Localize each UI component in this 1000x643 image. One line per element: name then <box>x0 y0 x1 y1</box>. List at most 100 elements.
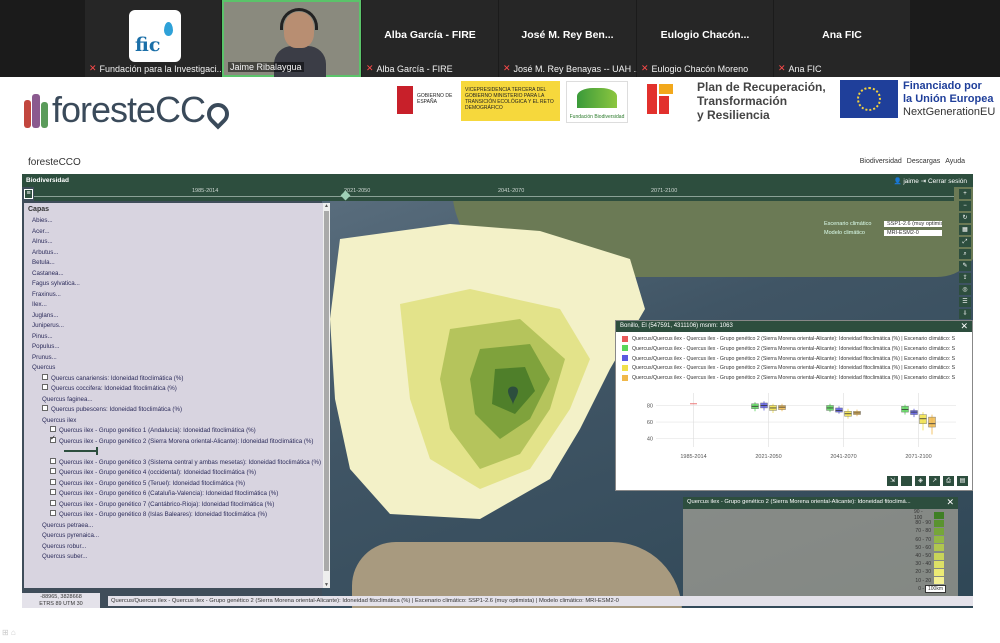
grid-icon[interactable]: ▦ <box>959 225 971 235</box>
layer-species[interactable]: Quercus suber... <box>32 552 330 563</box>
layer-genetic-group[interactable]: Quercus ilex - Grupo genético 6 (Cataluñ… <box>32 489 330 500</box>
draw-icon[interactable]: ✎ <box>959 261 971 271</box>
foresteco-webapp: foresteCCO Biodiversidad Descargas Ayuda… <box>22 152 973 624</box>
layer-genus[interactable]: Fagus sylvatica... <box>32 279 330 290</box>
scroll-up-icon[interactable]: ▲ <box>323 203 330 209</box>
layer-checkbox[interactable] <box>42 405 48 412</box>
layer-genetic-group[interactable]: Quercus ilex - Grupo genético 3 (Sistema… <box>32 457 330 469</box>
download-icon[interactable]: ⇩ <box>959 309 971 319</box>
zoom-in-icon[interactable]: + <box>959 189 971 199</box>
layer-genetic-group[interactable]: Quercus ilex - Grupo genético 5 (Teruel)… <box>32 478 330 490</box>
layer-label: Fraxinus... <box>32 290 61 298</box>
layer-species[interactable]: Quercus ilex <box>32 416 330 427</box>
blank-icon[interactable] <box>901 476 912 486</box>
layer-checkbox[interactable] <box>42 373 48 380</box>
map-view[interactable]: 1985-2014 2021-2050 2041-2070 2071-2100 … <box>22 187 973 608</box>
section-title: Biodiversidad <box>26 177 69 184</box>
layer-genus[interactable]: Ilex... <box>32 300 330 311</box>
layer-genus[interactable]: Juglans... <box>32 311 330 322</box>
app-logo[interactable]: foresteCCO <box>28 157 81 168</box>
layer-checkbox[interactable] <box>50 499 56 506</box>
fic-logo: fic <box>129 10 181 62</box>
layer-genus[interactable]: Abies... <box>32 216 330 227</box>
layer-genetic-group[interactable]: Quercus ilex - Grupo genético 7 (Cantábr… <box>32 499 330 511</box>
layer-genus[interactable]: Betula... <box>32 258 330 269</box>
layer-genetic-group[interactable]: Quercus ilex - Grupo genético 8 (Islas B… <box>32 510 330 521</box>
layer-genetic-group[interactable]: Quercus ilex - Grupo genético 1 (Andaluc… <box>32 426 330 437</box>
layer-species[interactable]: Quercus robur... <box>32 542 330 553</box>
upload-icon[interactable]: ⇪ <box>959 273 971 283</box>
participant-tile-jaime[interactable]: Jaime Ribalaygua <box>222 0 361 79</box>
point-info-popup: Bonillo, El (547591, 4311106) msnm: 1063… <box>615 320 973 491</box>
layer-genus[interactable]: Prunus... <box>32 353 330 364</box>
participant-tile-jose[interactable]: José M. Rey Ben... ✕ José M. Rey Benayas … <box>499 0 641 77</box>
user-name[interactable]: jaime <box>903 178 919 185</box>
participant-tile-ana[interactable]: Ana FIC ✕ Ana FIC <box>774 0 910 77</box>
layer-checkbox[interactable] <box>50 434 56 444</box>
layer-checkbox[interactable] <box>50 426 56 433</box>
layer-species[interactable]: Quercus pyrenaica... <box>32 531 330 542</box>
list-icon[interactable]: ☰ <box>959 297 971 307</box>
layer-checkbox[interactable] <box>50 489 56 496</box>
export-icon[interactable]: ⇲ <box>887 476 898 486</box>
active-layer-status: Quercus/Quercus ilex - Quercus ilex - Gr… <box>108 596 973 606</box>
layer-checkbox[interactable] <box>50 457 56 464</box>
layers-panel: Capas Abies... Acer... Alnus... Arbutus... B… <box>24 203 330 588</box>
layer-genus[interactable]: Alnus... <box>32 237 330 248</box>
layer-checkbox[interactable] <box>50 478 56 485</box>
layer-checkbox[interactable] <box>50 468 56 475</box>
print-icon[interactable]: ⎙ <box>943 476 954 486</box>
layers-scrollbar[interactable]: ▲ ▼ <box>323 203 330 588</box>
timeline-period[interactable]: 2071-2100 <box>651 188 677 194</box>
timeline-period[interactable]: 2041-2070 <box>498 188 524 194</box>
scenario-select[interactable]: SSP1-2.6 (muy optimista) <box>884 221 942 227</box>
target-icon[interactable]: ◎ <box>959 285 971 295</box>
layer-genetic-group[interactable]: Quercus ilex - Grupo genético 2 (Sierra … <box>32 434 330 448</box>
layer-genus[interactable]: Juniperus... <box>32 321 330 332</box>
participant-tile-alba[interactable]: Alba García - FIRE ✕ Alba García - FIRE <box>362 0 498 77</box>
close-icon[interactable]: ✕ <box>946 497 954 508</box>
search-icon[interactable]: ⌕ <box>959 249 971 259</box>
zoom-out-icon[interactable]: − <box>959 201 971 211</box>
layer-species[interactable]: Quercus coccifera: Idoneidad fitoclimáti… <box>32 384 330 395</box>
model-select[interactable]: MRI-ESM2-0 <box>884 230 942 236</box>
close-icon[interactable]: ✕ <box>960 321 968 332</box>
layer-species[interactable]: Quercus petraea... <box>32 521 330 532</box>
layer-checkbox[interactable] <box>50 510 56 517</box>
scroll-down-icon[interactable]: ▼ <box>323 582 330 588</box>
logout-link[interactable]: Cerrar sesión <box>928 178 967 185</box>
participant-tile-fic[interactable]: fic ✕ Fundación para la Investigaci... <box>85 0 225 77</box>
layer-species[interactable]: Quercus faginea... <box>32 395 330 406</box>
layer-genus[interactable]: Fraxinus... <box>32 290 330 301</box>
open-external-icon[interactable]: ↗ <box>929 476 940 486</box>
participant-tile-eulogio[interactable]: Eulogio Chacón... ✕ Eulogio Chacón Moreno <box>637 0 773 77</box>
fullscreen-icon[interactable]: ⤢ <box>959 237 971 247</box>
box <box>919 414 927 424</box>
table-icon[interactable]: ▤ <box>957 476 968 486</box>
nav-biodiversidad[interactable]: Biodiversidad <box>860 158 902 165</box>
layers-icon[interactable]: ◈ <box>915 476 926 486</box>
nav-descargas[interactable]: Descargas <box>907 158 940 165</box>
scenario-label: Escenario climático <box>824 221 872 227</box>
layer-checkbox[interactable] <box>42 384 48 391</box>
opacity-slider[interactable] <box>64 447 98 456</box>
layer-genetic-group[interactable]: Quercus ilex - Grupo genético 4 (occiden… <box>32 468 330 479</box>
timeline-slider[interactable]: 1985-2014 2021-2050 2041-2070 2071-2100 <box>34 187 954 201</box>
layer-species[interactable]: Quercus pubescens: Idoneidad fitoclimáti… <box>32 405 330 416</box>
timeline-period[interactable]: 1985-2014 <box>192 188 218 194</box>
layer-genus[interactable]: Acer... <box>32 227 330 238</box>
scrollbar-thumb[interactable] <box>324 211 329 571</box>
participant-label: ✕ Fundación para la Investigaci... <box>89 63 225 74</box>
layer-genus[interactable]: Castanea... <box>32 269 330 280</box>
nav-ayuda[interactable]: Ayuda <box>945 158 965 165</box>
layer-genus[interactable]: Populus... <box>32 342 330 353</box>
layer-label: Ilex... <box>32 301 47 308</box>
legend-header: Quercus ilex - Grupo genético 2 (Sierra … <box>683 497 958 509</box>
layers-toggle-button[interactable]: ≡ <box>24 189 33 199</box>
layer-genus-quercus[interactable]: Quercus <box>32 363 330 374</box>
mic-off-icon: ✕ <box>89 63 97 73</box>
layer-species[interactable]: Quercus canariensis: Idoneidad fitoclimá… <box>32 373 330 385</box>
layer-genus[interactable]: Pinus... <box>32 332 330 343</box>
rotate-icon[interactable]: ↻ <box>959 213 971 223</box>
layer-genus[interactable]: Arbutus... <box>32 248 330 259</box>
